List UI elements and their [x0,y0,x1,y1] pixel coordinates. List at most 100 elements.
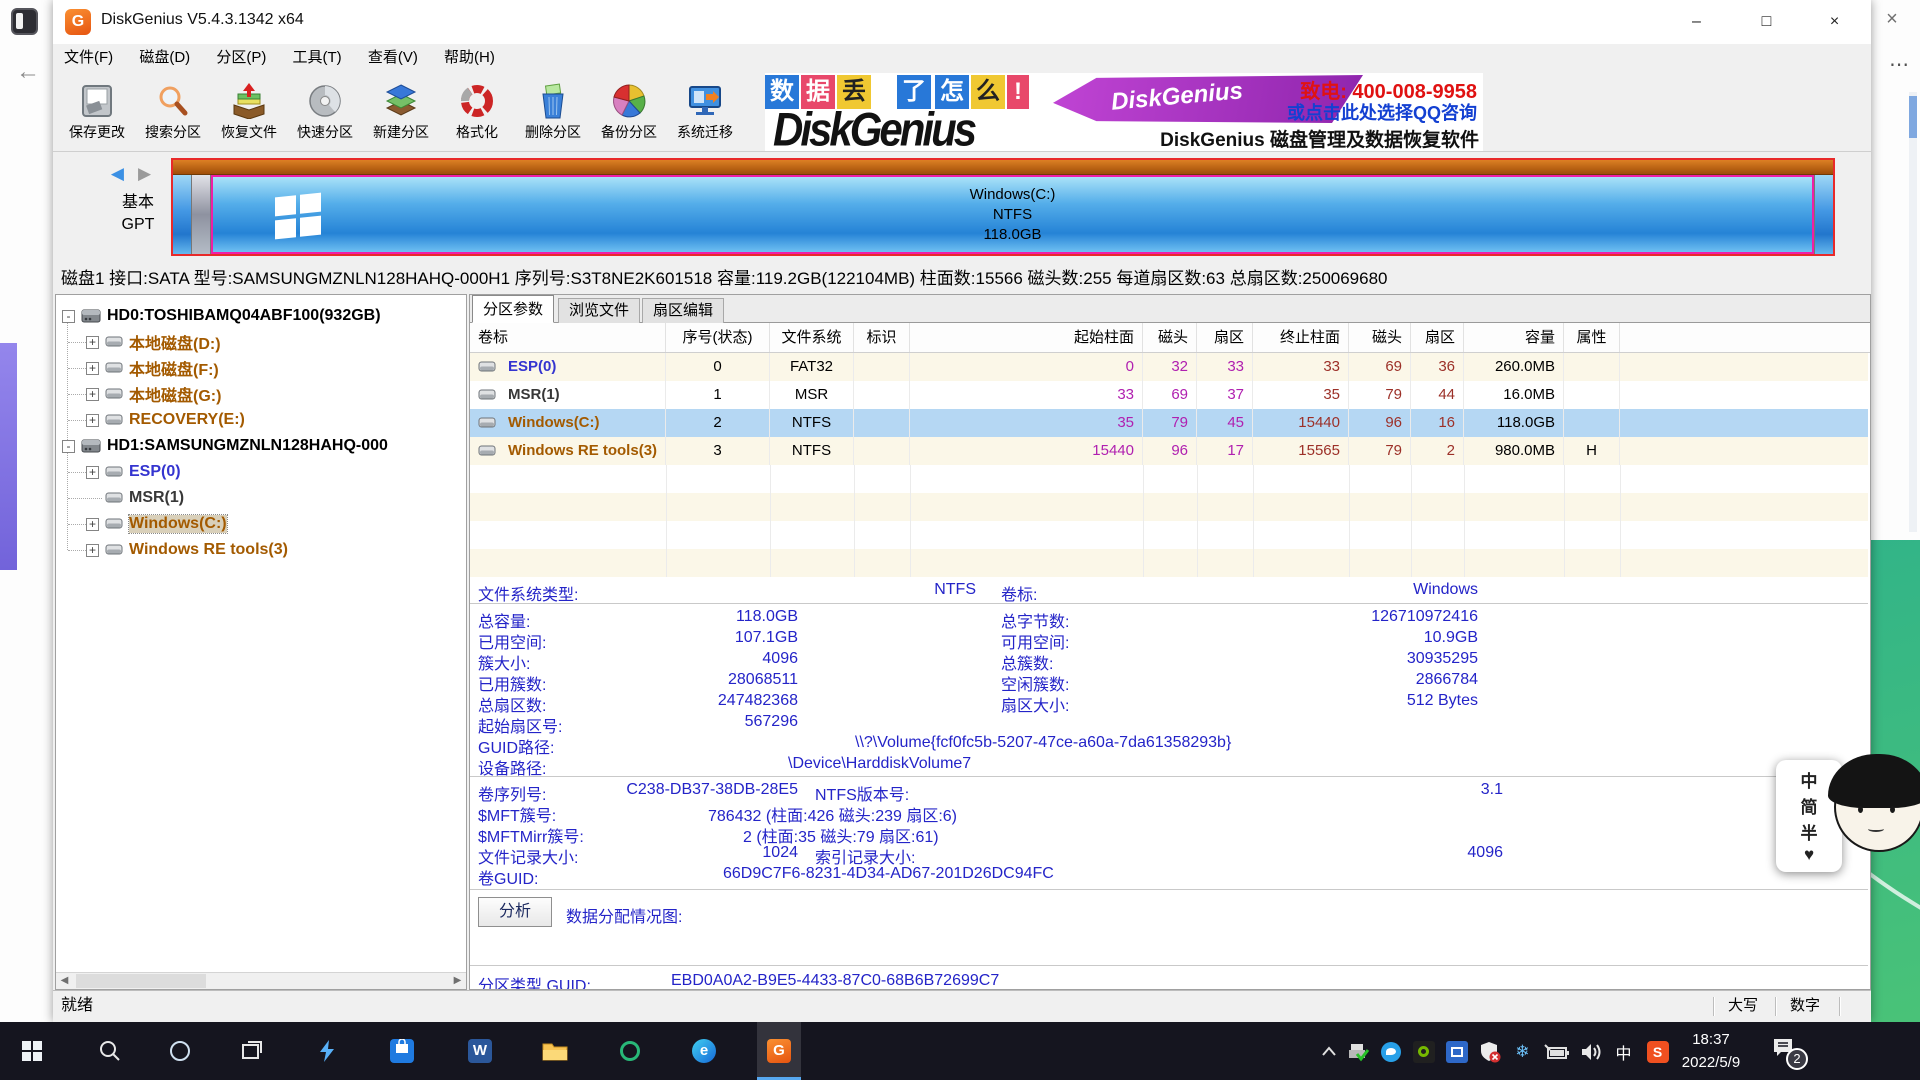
background-close-icon[interactable]: × [1879,6,1905,32]
expand-icon[interactable]: + [86,336,99,349]
minimize-button[interactable]: – [1673,0,1720,44]
tree-horizontal-scrollbar[interactable]: ◀ ▶ [56,972,466,989]
next-disk-icon[interactable]: ▶ [138,164,165,183]
expand-icon[interactable]: + [86,414,99,427]
tray-volume-icon[interactable] [1577,1038,1604,1065]
tree-item-recovery-e[interactable]: + RECOVERY(E:) [86,407,245,433]
app-store[interactable] [380,1022,424,1080]
tab-partition-params[interactable]: 分区参数 [472,295,554,323]
app-file-explorer[interactable] [533,1022,577,1080]
tray-sogou-icon[interactable]: S [1644,1038,1671,1065]
menu-partition[interactable]: 分区(P) [205,44,277,72]
tree-item-windows-c[interactable]: + Windows(C:) [86,511,227,537]
app-green-browser[interactable] [608,1022,652,1080]
advertisement-banner[interactable]: 数 据 丢 了 怎 么 ! DiskGenius DiskGenius 致电: … [765,73,1483,151]
terminal-icon[interactable] [11,8,38,35]
ime-simplified-mode[interactable]: 简 [1801,793,1818,818]
cortana-button[interactable] [158,1022,202,1080]
tray-battery-icon[interactable] [1543,1038,1570,1065]
tray-expand-button[interactable] [1315,1038,1342,1065]
tray-security-shield-icon[interactable] [1476,1038,1503,1065]
tree-item-windows-re-tools[interactable]: + Windows RE tools(3) [86,537,288,563]
maximize-button[interactable]: □ [1743,0,1790,44]
expand-icon[interactable]: + [86,466,99,479]
format-button[interactable]: 格式化 [439,74,515,150]
notification-center-button[interactable]: 2 [1772,1036,1802,1066]
table-row-msr[interactable]: MSR(1) 1 MSR 33 69 37 35 79 44 16.0MB [470,381,1868,409]
tree-item-local-f[interactable]: + 本地磁盘(F:) [86,355,219,381]
tree-item-hd0[interactable]: - HD0:TOSHIBAMQ04ABF100(932GB) [62,303,381,329]
tab-sector-edit[interactable]: 扇区编辑 [642,298,724,323]
expand-icon[interactable]: + [86,388,99,401]
recover-files-button[interactable]: 恢复文件 [211,74,287,150]
tree-item-esp[interactable]: + ESP(0) [86,459,181,485]
scrollbar-thumb[interactable] [76,974,206,988]
menu-help[interactable]: 帮助(H) [433,44,506,72]
scroll-left-arrow[interactable]: ◀ [56,973,73,989]
tree-item-msr[interactable]: MSR(1) [86,485,184,511]
new-partition-button[interactable]: 新建分区 [363,74,439,150]
quick-partition-button[interactable]: 快速分区 [287,74,363,150]
ime-chinese-mode[interactable]: 中 [1801,767,1818,792]
overflow-menu-icon[interactable]: ⋯ [1889,52,1909,77]
analyze-button[interactable]: 分析 [478,897,552,927]
scroll-right-arrow[interactable]: ▶ [449,973,466,989]
partition-slice-msr[interactable] [192,175,211,254]
col-seq-status: 序号(状态) [666,323,770,352]
tray-bluebird-icon[interactable] [1377,1038,1404,1065]
cell-start-head: 69 [1143,381,1197,409]
tree-item-local-d[interactable]: + 本地磁盘(D:) [86,329,221,355]
expand-icon[interactable]: + [86,544,99,557]
taskbar-search-button[interactable] [88,1022,132,1080]
collapse-icon[interactable]: - [62,440,75,453]
delete-partition-button[interactable]: 删除分区 [515,74,591,150]
used-space-value: 107.1GB [590,629,798,647]
partition-slice-re-tools[interactable] [1814,175,1833,254]
partition-windows-c[interactable]: Windows(C:) NTFS 118.0GB [211,175,1814,254]
app-lightning[interactable] [305,1022,349,1080]
save-changes-button[interactable]: 保存更改 [59,74,135,150]
tray-intel-graphics-icon[interactable] [1443,1038,1470,1065]
tab-browse-files[interactable]: 浏览文件 [558,298,640,323]
task-view-button[interactable] [230,1022,274,1080]
ime-halfwidth-mode[interactable]: 半 [1801,819,1818,844]
backup-partition-button[interactable]: 备份分区 [591,74,667,150]
app-edge[interactable]: e [682,1022,726,1080]
table-row-windows-c-selected[interactable]: Windows(C:) 2 NTFS 35 79 45 15440 96 16 … [470,409,1868,437]
table-row-windows-re-tools[interactable]: Windows RE tools(3) 3 NTFS 15440 96 17 1… [470,437,1868,465]
ime-heart-icon[interactable]: ♥ [1804,845,1814,865]
close-button[interactable]: × [1811,0,1858,44]
expand-icon[interactable]: + [86,518,99,531]
tray-snowflake-icon[interactable]: ❄ [1509,1038,1536,1065]
app-diskgenius-active[interactable]: G [757,1022,801,1080]
start-button[interactable] [10,1022,54,1080]
partition-slice-esp[interactable] [173,175,192,254]
cell-attribute [1564,409,1620,437]
tree-item-hd1[interactable]: - HD1:SAMSUNGMZNLN128HAHQ-000 [62,433,388,459]
back-arrow-icon[interactable]: ← [16,58,40,86]
tree-item-local-g[interactable]: + 本地磁盘(G:) [86,381,221,407]
expand-icon[interactable]: + [86,362,99,375]
tray-ime-indicator[interactable]: 中 [1610,1038,1637,1065]
collapse-icon[interactable]: - [62,310,75,323]
menu-file[interactable]: 文件(F) [53,44,124,72]
table-row-esp[interactable]: ESP(0) 0 FAT32 0 32 33 33 69 36 260.0MB [470,353,1868,381]
prev-disk-icon[interactable]: ◀ [111,164,138,183]
taskbar-clock[interactable]: 18:37 2022/5/9 [1668,1028,1754,1074]
tray-printer-icon[interactable] [1344,1038,1371,1065]
app-word[interactable]: W [458,1022,502,1080]
search-partition-button[interactable]: 搜索分区 [135,74,211,150]
menu-view[interactable]: 查看(V) [357,44,429,72]
ad-qq-link[interactable]: 或点击此处选择QQ咨询 [1217,99,1477,125]
cortana-icon [170,1041,190,1061]
menu-tools[interactable]: 工具(T) [282,44,353,72]
system-migration-button[interactable]: 系统迁移 [667,74,743,150]
background-window-right: × ⋯ [1871,0,1920,540]
battery-plug-icon [1544,1043,1570,1061]
backup-partition-icon [610,83,648,119]
tray-nvidia-icon[interactable] [1410,1038,1437,1065]
scrollbar-thumb[interactable] [1909,96,1917,138]
background-scrollbar[interactable] [1909,92,1917,532]
menu-disk[interactable]: 磁盘(D) [128,44,201,72]
volume-name: Windows(C:) [508,409,600,437]
